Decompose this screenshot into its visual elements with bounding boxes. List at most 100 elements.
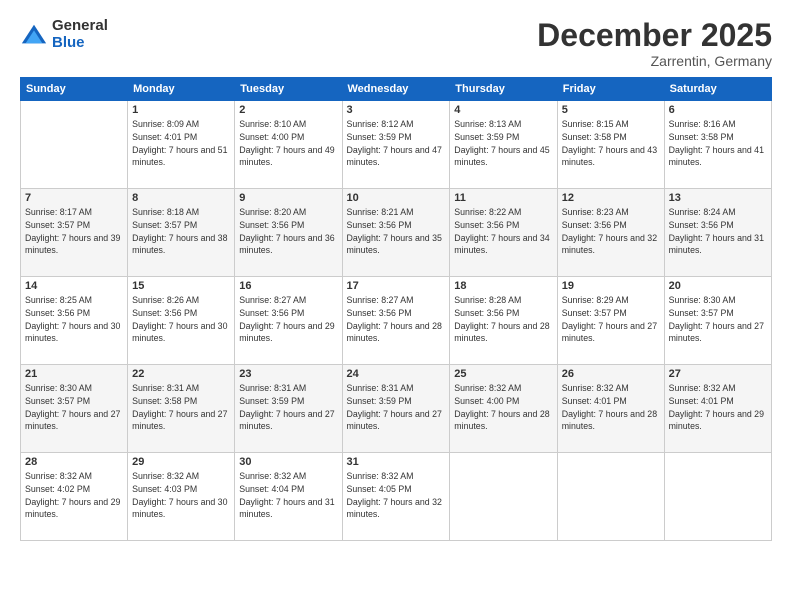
calendar-cell: 13 Sunrise: 8:24 AM Sunset: 3:56 PM Dayli… <box>664 189 771 277</box>
day-info: Sunrise: 8:32 AM Sunset: 4:00 PM Dayligh… <box>454 382 552 433</box>
calendar-cell: 14 Sunrise: 8:25 AM Sunset: 3:56 PM Dayli… <box>21 277 128 365</box>
calendar-cell: 21Sunrise: 8:30 AM Sunset: 3:57 PM Dayli… <box>21 365 128 453</box>
calendar-cell: 17 Sunrise: 8:27 AM Sunset: 3:56 PM Dayli… <box>342 277 450 365</box>
calendar-cell: 4 Sunrise: 8:13 AM Sunset: 3:59 PM Daylig… <box>450 101 557 189</box>
logo: General Blue <box>20 18 108 51</box>
calendar-cell: 6 Sunrise: 8:16 AM Sunset: 3:58 PM Daylig… <box>664 101 771 189</box>
day-number: 4 <box>454 104 552 116</box>
calendar-cell: 18 Sunrise: 8:28 AM Sunset: 3:56 PM Dayli… <box>450 277 557 365</box>
calendar-cell <box>21 101 128 189</box>
calendar-table: Sunday Monday Tuesday Wednesday Thursday… <box>20 77 772 541</box>
calendar-cell: 19 Sunrise: 8:29 AM Sunset: 3:57 PM Dayli… <box>557 277 664 365</box>
col-wednesday: Wednesday <box>342 78 450 101</box>
day-info: Sunrise: 8:32 AM Sunset: 4:03 PM Dayligh… <box>132 470 230 521</box>
day-info: Sunrise: 8:15 AM Sunset: 3:58 PM Dayligh… <box>562 118 660 169</box>
day-info: Sunrise: 8:23 AM Sunset: 3:56 PM Dayligh… <box>562 206 660 257</box>
calendar-cell: 1Sunrise: 8:09 AM Sunset: 4:01 PM Daylig… <box>128 101 235 189</box>
calendar-week-row-1: 1Sunrise: 8:09 AM Sunset: 4:01 PM Daylig… <box>21 101 772 189</box>
day-number: 12 <box>562 192 660 204</box>
calendar-cell: 30Sunrise: 8:32 AM Sunset: 4:04 PM Dayli… <box>235 453 342 541</box>
logo-icon <box>20 21 48 49</box>
day-info: Sunrise: 8:31 AM Sunset: 3:59 PM Dayligh… <box>239 382 337 433</box>
calendar-cell: 15 Sunrise: 8:26 AM Sunset: 3:56 PM Dayli… <box>128 277 235 365</box>
calendar-cell: 3 Sunrise: 8:12 AM Sunset: 3:59 PM Daylig… <box>342 101 450 189</box>
page: General Blue December 2025 Zarrentin, Ge… <box>0 0 792 612</box>
calendar-cell: 11 Sunrise: 8:22 AM Sunset: 3:56 PM Dayli… <box>450 189 557 277</box>
day-info: Sunrise: 8:31 AM Sunset: 3:58 PM Dayligh… <box>132 382 230 433</box>
col-thursday: Thursday <box>450 78 557 101</box>
logo-text: General Blue <box>52 18 108 51</box>
logo-blue: Blue <box>52 35 108 52</box>
month-title: December 2025 <box>537 18 772 53</box>
calendar-cell: 25 Sunrise: 8:32 AM Sunset: 4:00 PM Dayli… <box>450 365 557 453</box>
calendar-cell: 9 Sunrise: 8:20 AM Sunset: 3:56 PM Daylig… <box>235 189 342 277</box>
day-number: 6 <box>669 104 767 116</box>
day-number: 15 <box>132 280 230 292</box>
calendar-cell: 2Sunrise: 8:10 AM Sunset: 4:00 PM Daylig… <box>235 101 342 189</box>
day-info: Sunrise: 8:25 AM Sunset: 3:56 PM Dayligh… <box>25 294 123 345</box>
calendar-cell: 24 Sunrise: 8:31 AM Sunset: 3:59 PM Dayli… <box>342 365 450 453</box>
day-number: 18 <box>454 280 552 292</box>
calendar-cell: 28Sunrise: 8:32 AM Sunset: 4:02 PM Dayli… <box>21 453 128 541</box>
day-info: Sunrise: 8:18 AM Sunset: 3:57 PM Dayligh… <box>132 206 230 257</box>
calendar-cell: 22 Sunrise: 8:31 AM Sunset: 3:58 PM Dayli… <box>128 365 235 453</box>
header: General Blue December 2025 Zarrentin, Ge… <box>20 18 772 69</box>
day-info: Sunrise: 8:24 AM Sunset: 3:56 PM Dayligh… <box>669 206 767 257</box>
day-info: Sunrise: 8:27 AM Sunset: 3:56 PM Dayligh… <box>347 294 446 345</box>
calendar-cell: 7Sunrise: 8:17 AM Sunset: 3:57 PM Daylig… <box>21 189 128 277</box>
col-monday: Monday <box>128 78 235 101</box>
calendar-cell <box>557 453 664 541</box>
day-number: 17 <box>347 280 446 292</box>
day-info: Sunrise: 8:09 AM Sunset: 4:01 PM Dayligh… <box>132 118 230 169</box>
day-info: Sunrise: 8:28 AM Sunset: 3:56 PM Dayligh… <box>454 294 552 345</box>
day-number: 22 <box>132 368 230 380</box>
title-block: December 2025 Zarrentin, Germany <box>537 18 772 69</box>
day-info: Sunrise: 8:32 AM Sunset: 4:04 PM Dayligh… <box>239 470 337 521</box>
day-number: 13 <box>669 192 767 204</box>
col-saturday: Saturday <box>664 78 771 101</box>
calendar-cell <box>450 453 557 541</box>
day-info: Sunrise: 8:27 AM Sunset: 3:56 PM Dayligh… <box>239 294 337 345</box>
day-info: Sunrise: 8:13 AM Sunset: 3:59 PM Dayligh… <box>454 118 552 169</box>
day-number: 14 <box>25 280 123 292</box>
day-number: 7 <box>25 192 123 204</box>
day-info: Sunrise: 8:32 AM Sunset: 4:05 PM Dayligh… <box>347 470 446 521</box>
calendar-cell: 8 Sunrise: 8:18 AM Sunset: 3:57 PM Daylig… <box>128 189 235 277</box>
day-info: Sunrise: 8:21 AM Sunset: 3:56 PM Dayligh… <box>347 206 446 257</box>
day-info: Sunrise: 8:10 AM Sunset: 4:00 PM Dayligh… <box>239 118 337 169</box>
logo-general: General <box>52 18 108 35</box>
day-number: 19 <box>562 280 660 292</box>
calendar-cell: 26Sunrise: 8:32 AM Sunset: 4:01 PM Dayli… <box>557 365 664 453</box>
day-number: 10 <box>347 192 446 204</box>
day-number: 29 <box>132 456 230 468</box>
calendar-cell: 27 Sunrise: 8:32 AM Sunset: 4:01 PM Dayli… <box>664 365 771 453</box>
day-info: Sunrise: 8:22 AM Sunset: 3:56 PM Dayligh… <box>454 206 552 257</box>
day-number: 5 <box>562 104 660 116</box>
calendar-cell: 12 Sunrise: 8:23 AM Sunset: 3:56 PM Dayli… <box>557 189 664 277</box>
day-info: Sunrise: 8:26 AM Sunset: 3:56 PM Dayligh… <box>132 294 230 345</box>
day-info: Sunrise: 8:29 AM Sunset: 3:57 PM Dayligh… <box>562 294 660 345</box>
calendar-cell: 10 Sunrise: 8:21 AM Sunset: 3:56 PM Dayli… <box>342 189 450 277</box>
day-info: Sunrise: 8:32 AM Sunset: 4:01 PM Dayligh… <box>669 382 767 433</box>
day-info: Sunrise: 8:30 AM Sunset: 3:57 PM Dayligh… <box>669 294 767 345</box>
calendar-week-row-4: 21Sunrise: 8:30 AM Sunset: 3:57 PM Dayli… <box>21 365 772 453</box>
day-info: Sunrise: 8:16 AM Sunset: 3:58 PM Dayligh… <box>669 118 767 169</box>
day-number: 9 <box>239 192 337 204</box>
day-number: 8 <box>132 192 230 204</box>
day-number: 24 <box>347 368 446 380</box>
day-number: 27 <box>669 368 767 380</box>
col-tuesday: Tuesday <box>235 78 342 101</box>
calendar-week-row-5: 28Sunrise: 8:32 AM Sunset: 4:02 PM Dayli… <box>21 453 772 541</box>
day-info: Sunrise: 8:12 AM Sunset: 3:59 PM Dayligh… <box>347 118 446 169</box>
calendar-cell: 29 Sunrise: 8:32 AM Sunset: 4:03 PM Dayli… <box>128 453 235 541</box>
day-number: 25 <box>454 368 552 380</box>
day-info: Sunrise: 8:32 AM Sunset: 4:01 PM Dayligh… <box>562 382 660 433</box>
calendar-cell: 5 Sunrise: 8:15 AM Sunset: 3:58 PM Daylig… <box>557 101 664 189</box>
day-info: Sunrise: 8:20 AM Sunset: 3:56 PM Dayligh… <box>239 206 337 257</box>
day-number: 21 <box>25 368 123 380</box>
day-number: 11 <box>454 192 552 204</box>
calendar-cell: 20Sunrise: 8:30 AM Sunset: 3:57 PM Dayli… <box>664 277 771 365</box>
day-info: Sunrise: 8:31 AM Sunset: 3:59 PM Dayligh… <box>347 382 446 433</box>
day-number: 3 <box>347 104 446 116</box>
location: Zarrentin, Germany <box>537 53 772 69</box>
